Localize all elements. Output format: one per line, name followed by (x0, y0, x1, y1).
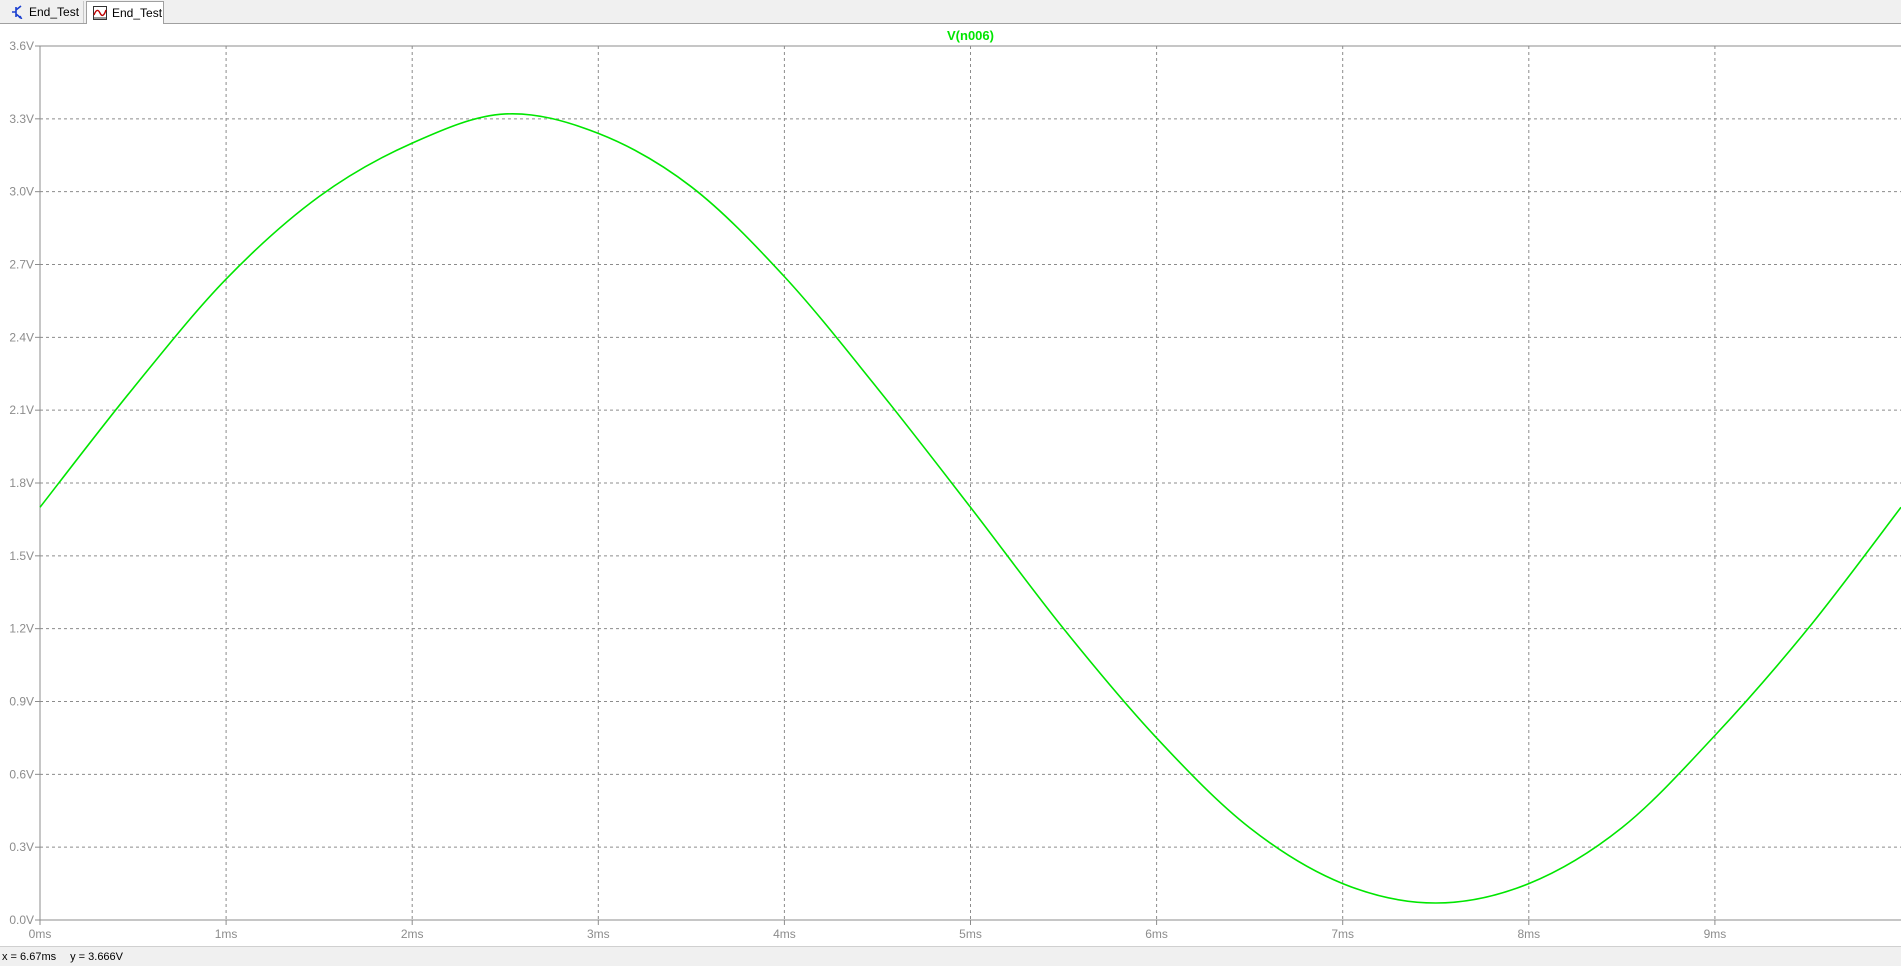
x-tick-label: 3ms (587, 927, 610, 941)
waveform-icon (93, 6, 107, 20)
data-point (1249, 827, 1251, 829)
grid (40, 45, 1901, 921)
y-tick-label: 3.0V (9, 185, 34, 199)
data-point (598, 133, 600, 135)
x-tick-label: 1ms (215, 927, 238, 941)
data-point (1156, 737, 1158, 739)
data-point (318, 196, 320, 198)
x-tick-label: 0ms (29, 927, 52, 941)
tab-bar: End_Test End_Test (0, 0, 1901, 24)
y-tick-label: 0.6V (9, 767, 34, 781)
data-point (784, 276, 786, 278)
tab-schematic-label: End_Test (29, 5, 80, 19)
trace-title[interactable]: V(n006) (947, 28, 994, 43)
x-tick-label: 5ms (959, 927, 982, 941)
data-point (1621, 827, 1623, 829)
waveform-plot-pane[interactable]: 0.0V 0.3V 0.6V 0.9V 1.2V 1.5V 1.8V 2.1V 2.4V 2.7V… (0, 24, 1901, 946)
x-tick-label: 4ms (773, 927, 796, 941)
y-tick-label: 0.0V (9, 913, 34, 927)
y-tick-label: 2.1V (9, 403, 34, 417)
tick-labels: 0.0V 0.3V 0.6V 0.9V 1.2V 1.5V 1.8V 2.1V 2.4V 2.7V… (9, 39, 1726, 941)
y-tick-label: 2.4V (9, 330, 34, 344)
y-tick-label: 3.6V (9, 39, 34, 53)
y-tick-label: 1.2V (9, 622, 34, 636)
data-point (691, 186, 693, 188)
y-tick-label: 2.7V (9, 258, 34, 272)
schematic-icon (12, 5, 23, 19)
data-point (1063, 628, 1065, 630)
y-tick-label: 1.8V (9, 476, 34, 490)
data-point (1435, 902, 1437, 904)
data-point (225, 278, 227, 280)
waveform-chart[interactable]: 0.0V 0.3V 0.6V 0.9V 1.2V 1.5V 1.8V 2.1V 2.4V 2.7V… (0, 24, 1901, 946)
x-tick-label: 6ms (1145, 927, 1168, 941)
status-bar: x = 6.67ms y = 3.666V (0, 946, 1901, 966)
cursor-x-readout: x = 6.67ms (2, 950, 57, 963)
data-point (877, 388, 879, 390)
data-point (970, 506, 972, 508)
tab-waveform[interactable]: End_Test (86, 1, 164, 24)
x-tick-label: 9ms (1704, 927, 1727, 941)
y-tick-label: 0.3V (9, 840, 34, 854)
cursor-y-readout: y = 3.666V (70, 950, 124, 963)
y-tick-label: 1.5V (9, 549, 34, 563)
y-tick-label: 0.9V (9, 695, 34, 709)
x-tick-label: 7ms (1331, 927, 1354, 941)
data-point (1342, 883, 1344, 885)
y-tick-label: 3.3V (9, 112, 34, 126)
data-point (1807, 628, 1809, 630)
data-point (411, 142, 413, 144)
data-point (1528, 883, 1530, 885)
tab-waveform-label: End_Test (112, 6, 163, 20)
data-point (504, 113, 506, 115)
x-tick-label: 2ms (401, 927, 424, 941)
x-tick-label: 8ms (1517, 927, 1540, 941)
data-point (132, 388, 134, 390)
data-point (39, 506, 41, 508)
tab-schematic[interactable]: End_Test (2, 1, 84, 23)
data-point (1714, 735, 1716, 737)
